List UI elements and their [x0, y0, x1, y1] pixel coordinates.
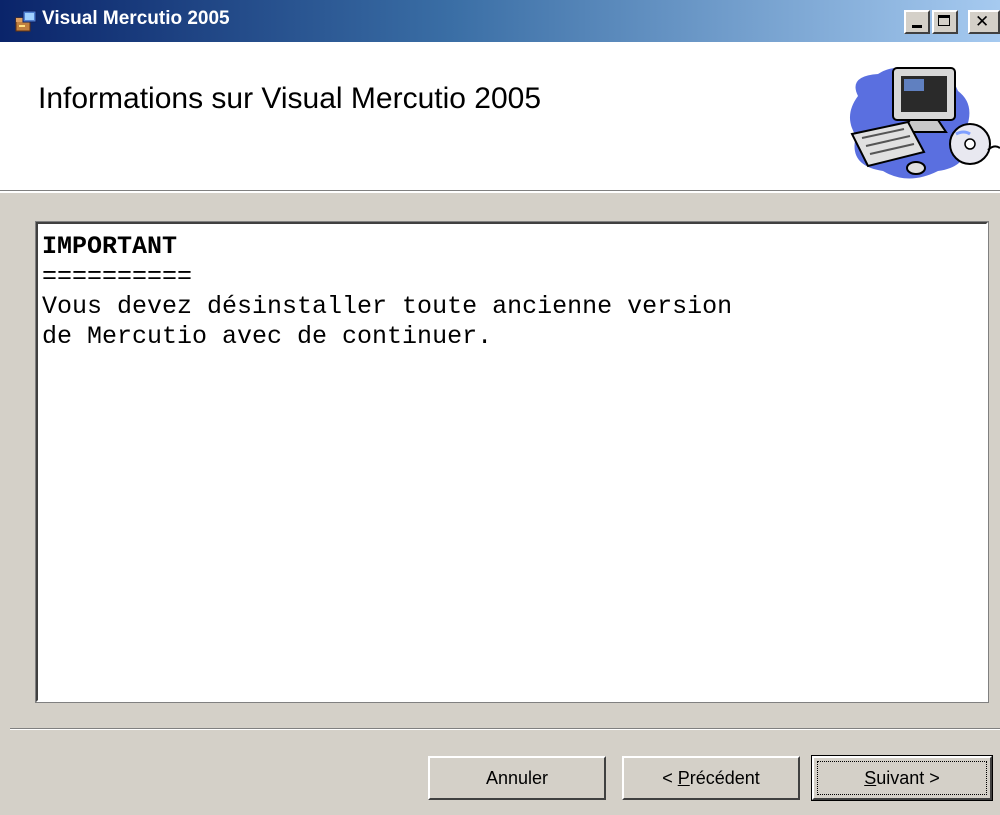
- separator-line: [10, 728, 1000, 730]
- important-heading: IMPORTANT: [42, 232, 178, 261]
- cancel-button[interactable]: Annuler: [428, 756, 606, 800]
- previous-button-label: < Précédent: [662, 767, 760, 788]
- previous-button[interactable]: < Précédent: [622, 756, 800, 800]
- cancel-button-label: Annuler: [485, 767, 549, 788]
- minimize-button[interactable]: [904, 10, 930, 34]
- minimize-icon: [912, 25, 922, 28]
- info-line-1: Vous devez désinstaller toute ancienne v…: [42, 292, 733, 321]
- info-line-2: de Mercutio avec de continuer.: [42, 322, 493, 351]
- close-icon: ✕: [975, 12, 990, 32]
- header-banner: Informations sur Visual Mercutio 2005: [0, 42, 1000, 193]
- information-text: IMPORTANT ========== Vous devez désinsta…: [42, 232, 982, 352]
- page-title: Informations sur Visual Mercutio 2005: [38, 82, 542, 115]
- window-title: Visual Mercutio 2005: [42, 8, 230, 29]
- information-textbox[interactable]: IMPORTANT ========== Vous devez désinsta…: [35, 221, 989, 703]
- heading-underline: ==========: [42, 262, 193, 291]
- next-button[interactable]: Suivant >: [811, 755, 993, 801]
- close-button[interactable]: ✕: [968, 10, 1000, 34]
- maximize-button[interactable]: [932, 10, 958, 34]
- maximize-icon: [938, 15, 950, 26]
- next-button-label: Suivant >: [864, 767, 940, 788]
- title-bar[interactable]: Visual Mercutio 2005 ✕: [0, 0, 1000, 42]
- computer-setup-icon: [849, 67, 1000, 179]
- installer-icon: [15, 10, 37, 32]
